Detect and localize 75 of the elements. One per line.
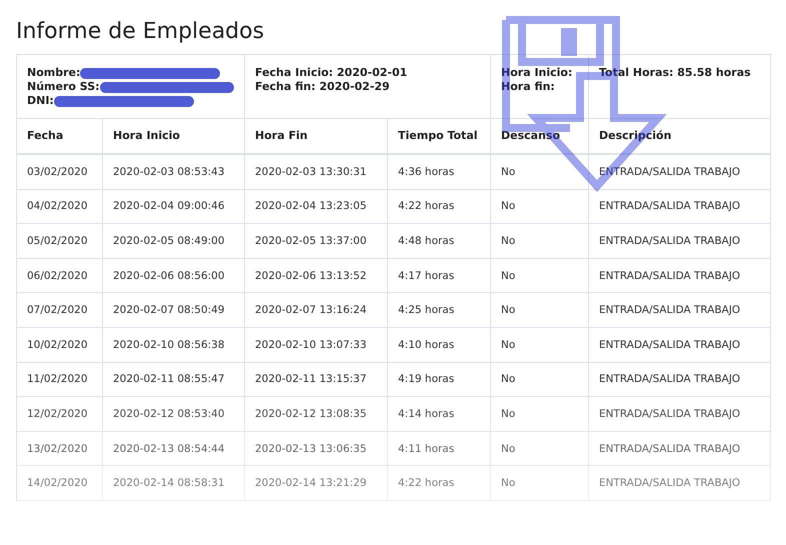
field-label: Nombre: bbox=[27, 66, 80, 80]
column-header: Fecha bbox=[27, 129, 64, 143]
description-cell-text: ENTRADA/SALIDA TRABAJO bbox=[599, 373, 742, 386]
date-cell-text: 10/02/2020 bbox=[27, 338, 89, 351]
start-time-cell-text: 2020-02-03 08:53:43 bbox=[113, 166, 226, 178]
date-cell-text: 06/02/2020 bbox=[27, 270, 89, 282]
start-time-cell-text: 2020-02-13 08:54:44 bbox=[113, 442, 226, 455]
start-time-cell-text: 2020-02-14 08:58:31 bbox=[113, 477, 226, 490]
field-label: Número SS: bbox=[27, 80, 100, 94]
start-time-cell-text: 2020-02-05 08:49:00 bbox=[113, 234, 226, 247]
end-time-cell-text: 2020-02-11 13:15:37 bbox=[255, 373, 368, 386]
break-cell-text: No bbox=[501, 373, 516, 386]
total-time-cell-text: 4:19 horas bbox=[398, 373, 456, 386]
date-cell-text: 14/02/2020 bbox=[27, 477, 89, 490]
start-time-cell-text: 2020-02-11 08:55:47 bbox=[113, 373, 226, 386]
end-time-cell-text: 2020-02-14 13:21:29 bbox=[255, 477, 368, 490]
break-cell-text: No bbox=[501, 442, 516, 455]
total-time-cell-text: 4:22 horas bbox=[398, 477, 456, 490]
total-time-cell-text: 4:22 horas bbox=[398, 200, 456, 212]
break-cell-text: No bbox=[501, 166, 516, 178]
date-range-text: Fecha fin: 2020-02-29 bbox=[255, 80, 391, 94]
start-time-cell-text: 2020-02-10 08:56:38 bbox=[113, 338, 226, 351]
column-header: Tiempo Total bbox=[398, 129, 479, 143]
end-time-cell-text: 2020-02-07 13:16:24 bbox=[255, 304, 368, 316]
end-time-cell-text: 2020-02-10 13:07:33 bbox=[255, 338, 368, 351]
date-range-text: Fecha Inicio: 2020-02-01 bbox=[255, 66, 408, 80]
date-cell-text: 04/02/2020 bbox=[27, 200, 89, 212]
column-header: Hora Inicio bbox=[113, 129, 181, 143]
date-cell-text: 11/02/2020 bbox=[27, 373, 89, 386]
hours-label: Hora fin: bbox=[501, 80, 556, 94]
description-cell-text: ENTRADA/SALIDA TRABAJO bbox=[599, 442, 742, 455]
column-header: Descanso bbox=[501, 129, 562, 143]
total-time-cell-text: 4:48 horas bbox=[398, 234, 456, 247]
total-time-cell-text: 4:25 horas bbox=[398, 304, 456, 316]
description-cell-text: ENTRADA/SALIDA TRABAJO bbox=[599, 304, 742, 316]
break-cell-text: No bbox=[501, 270, 516, 282]
start-time-cell-text: 2020-02-12 08:53:40 bbox=[113, 408, 226, 420]
date-cell-text: 05/02/2020 bbox=[27, 234, 89, 247]
start-time-cell-text: 2020-02-04 09:00:46 bbox=[113, 200, 226, 212]
description-cell-text: ENTRADA/SALIDA TRABAJO bbox=[599, 408, 742, 420]
column-header: Descripción bbox=[599, 129, 672, 143]
break-cell-text: No bbox=[501, 338, 516, 351]
start-time-cell-text: 2020-02-06 08:56:00 bbox=[113, 270, 226, 282]
break-cell-text: No bbox=[501, 408, 516, 420]
description-cell-text: ENTRADA/SALIDA TRABAJO bbox=[599, 270, 742, 282]
start-time-cell-text: 2020-02-07 08:50:49 bbox=[113, 304, 226, 316]
break-cell-text: No bbox=[501, 234, 516, 247]
total-time-cell-text: 4:36 horas bbox=[398, 166, 456, 178]
total-time-cell-text: 4:14 horas bbox=[398, 408, 456, 420]
end-time-cell-text: 2020-02-12 13:08:35 bbox=[255, 408, 368, 420]
date-cell-text: 13/02/2020 bbox=[27, 442, 89, 455]
description-cell-text: ENTRADA/SALIDA TRABAJO bbox=[599, 200, 742, 212]
end-time-cell-text: 2020-02-03 13:30:31 bbox=[255, 166, 368, 178]
total-time-cell-text: 4:11 horas bbox=[398, 442, 456, 455]
date-cell-text: 12/02/2020 bbox=[27, 408, 89, 420]
end-time-cell-text: 2020-02-06 13:13:52 bbox=[255, 270, 368, 282]
break-cell-text: No bbox=[501, 200, 516, 212]
description-cell-text: ENTRADA/SALIDA TRABAJO bbox=[599, 338, 742, 351]
total-hours-text: Total Horas: 85.58 horas bbox=[599, 66, 752, 80]
report-title: Informe de Empleados bbox=[16, 18, 266, 46]
date-cell-text: 03/02/2020 bbox=[27, 166, 89, 178]
break-cell-text: No bbox=[501, 477, 516, 490]
end-time-cell-text: 2020-02-05 13:37:00 bbox=[255, 234, 368, 247]
description-cell-text: ENTRADA/SALIDA TRABAJO bbox=[599, 477, 742, 490]
end-time-cell-text: 2020-02-13 13:06:35 bbox=[255, 442, 368, 455]
column-header: Hora Fin bbox=[255, 129, 309, 143]
hours-label: Hora Inicio: bbox=[501, 66, 574, 80]
total-time-cell-text: 4:10 horas bbox=[398, 338, 456, 351]
total-time-cell-text: 4:17 horas bbox=[398, 270, 456, 282]
description-cell-text: ENTRADA/SALIDA TRABAJO bbox=[599, 166, 742, 178]
description-cell-text: ENTRADA/SALIDA TRABAJO bbox=[599, 234, 742, 247]
end-time-cell-text: 2020-02-04 13:23:05 bbox=[255, 200, 368, 212]
field-label: DNI: bbox=[27, 94, 54, 108]
break-cell-text: No bbox=[501, 304, 516, 316]
date-cell-text: 07/02/2020 bbox=[27, 304, 89, 316]
